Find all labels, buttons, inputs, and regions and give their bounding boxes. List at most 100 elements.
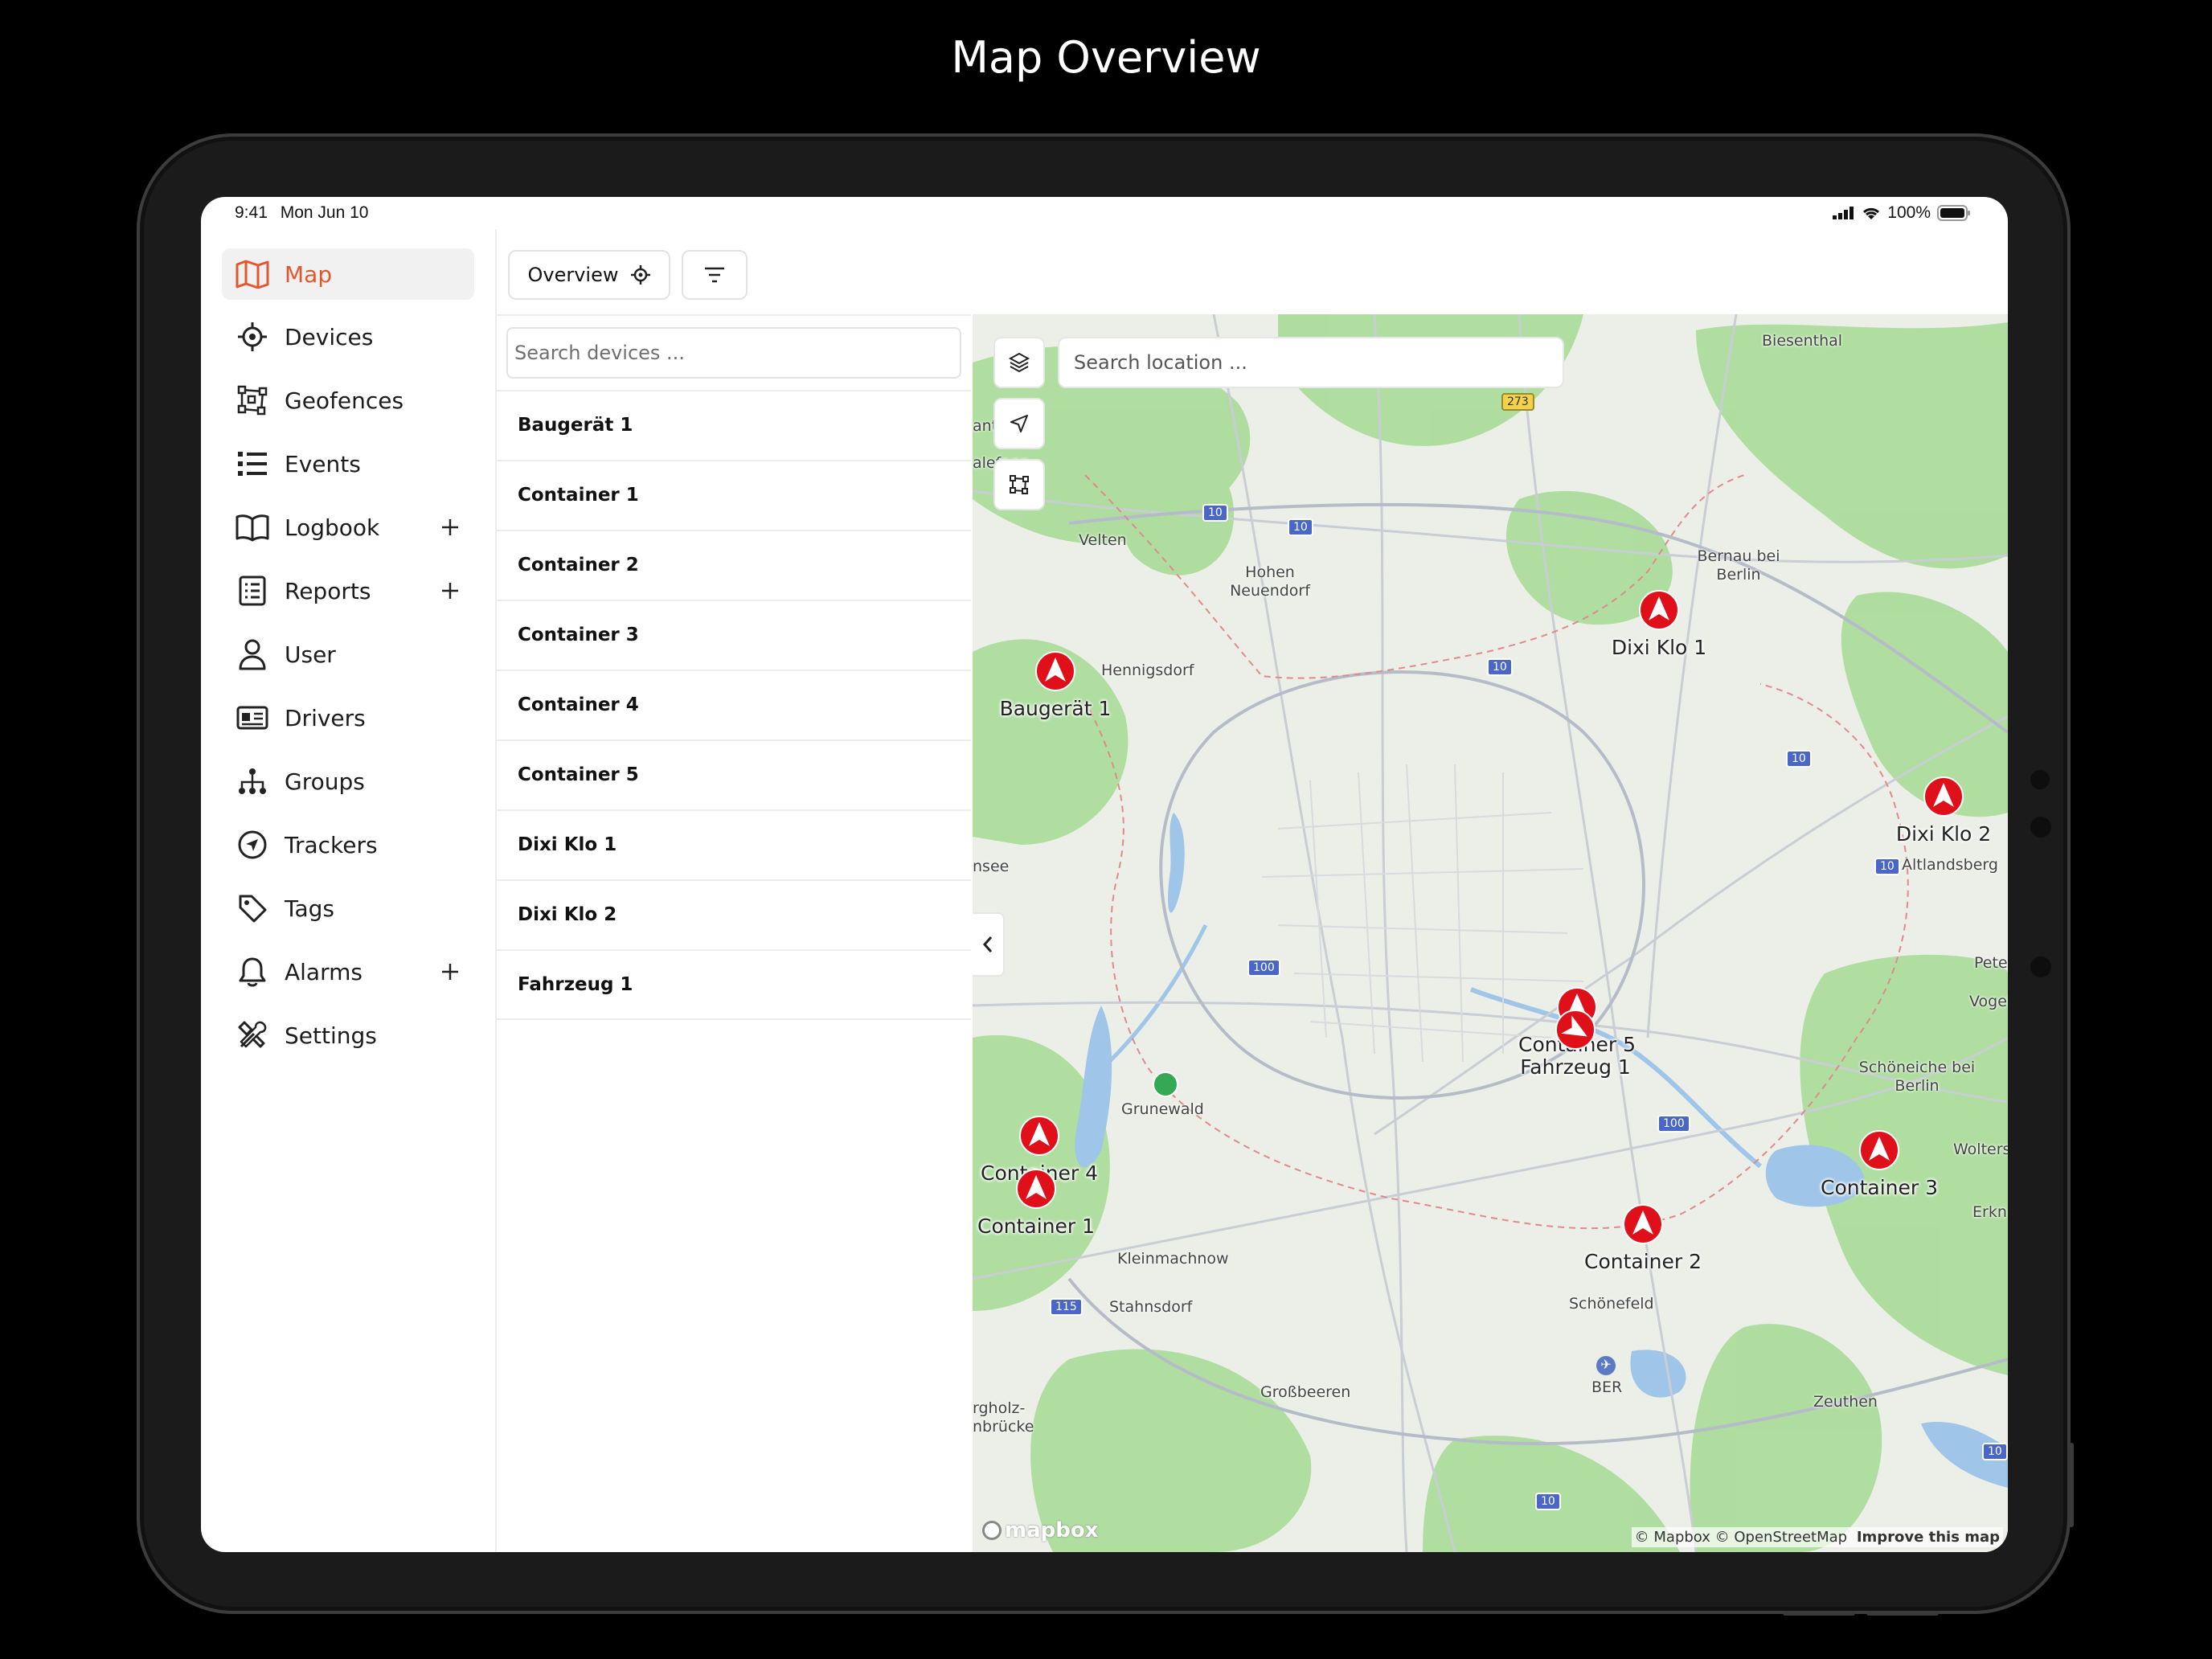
airport-icon: ✈ <box>1596 1356 1616 1375</box>
place-label: Kleinmachnow <box>1117 1250 1229 1268</box>
device-marker-icon[interactable] <box>1622 1203 1664 1245</box>
list-item[interactable]: Container 5 <box>497 739 971 809</box>
list-item[interactable]: Dixi Klo 1 <box>497 809 971 879</box>
road-shield: 10 <box>1982 1443 2008 1460</box>
sidebar-item-user[interactable]: User <box>222 629 474 680</box>
search-location-input[interactable] <box>1058 337 1564 388</box>
status-bar: 9:41 Mon Jun 10 100% <box>201 197 2008 229</box>
device-marker-icon[interactable] <box>1923 776 1964 817</box>
road-shield: 10 <box>1487 658 1513 676</box>
sidebar-item-trackers[interactable]: Trackers <box>222 819 474 870</box>
compass-icon <box>235 827 270 862</box>
mapbox-logo-icon <box>982 1521 1002 1540</box>
place-label: Großbeeren <box>1260 1383 1351 1401</box>
road-shield: 10 <box>1288 518 1313 536</box>
overview-button[interactable]: Overview <box>508 250 670 300</box>
marker-label: Container 3 <box>1820 1176 1939 1199</box>
sidebar-item-devices[interactable]: Devices <box>222 311 474 363</box>
mapbox-logo[interactable]: mapbox <box>982 1518 1099 1542</box>
list-item-label: Container 4 <box>518 694 639 715</box>
list-item[interactable]: Container 4 <box>497 670 971 739</box>
device-marker-icon[interactable] <box>1555 1009 1596 1051</box>
list-item[interactable]: Baugerät 1 <box>497 390 971 459</box>
list-item-label: Container 1 <box>518 485 639 506</box>
list-item[interactable]: Fahrzeug 1 <box>497 949 971 1020</box>
device-marker-icon[interactable] <box>1638 589 1680 631</box>
place-label: Bernau bei Berlin <box>1697 547 1780 584</box>
time-text: 9:41 <box>235 203 268 222</box>
device-marker-icon[interactable] <box>1015 1168 1057 1210</box>
app-screen: 9:41 Mon Jun 10 100% Map Devices Geofenc… <box>201 197 2008 1552</box>
sidebar-item-settings[interactable]: Settings <box>222 1010 474 1061</box>
sidebar-item-map[interactable]: Map <box>222 248 474 300</box>
layers-button[interactable] <box>993 337 1045 388</box>
top-button <box>1783 1611 1855 1616</box>
place-label: Zeuthen <box>1813 1393 1878 1411</box>
locate-icon <box>630 265 650 285</box>
place-label: Hennigsdorf <box>1101 662 1194 679</box>
map-view[interactable]: Biesenthal Velten Hohen Neuendorf Bernau… <box>973 314 2008 1552</box>
sidebar-item-tags[interactable]: Tags <box>222 883 474 934</box>
search-devices-input[interactable] <box>506 327 961 379</box>
device-marker-icon[interactable] <box>1858 1129 1900 1171</box>
marker-label: Baugerät 1 <box>999 697 1112 720</box>
sidebar-item-label: Groups <box>285 768 365 795</box>
marker-label: Container 1 <box>977 1215 1096 1238</box>
marker-label: Container 2 <box>1583 1250 1702 1273</box>
status-time: 9:41 Mon Jun 10 <box>235 203 368 223</box>
user-icon <box>235 637 270 672</box>
place-label: nsee <box>973 858 1010 875</box>
list-icon <box>235 446 270 481</box>
place-label: Biesenthal <box>1762 332 1843 350</box>
sidebar-item-events[interactable]: Events <box>222 438 474 490</box>
list-item[interactable]: Container 3 <box>497 600 971 669</box>
place-label: BER <box>1591 1378 1623 1396</box>
status-indicators: 100% <box>1833 203 1971 223</box>
road-shield: 10 <box>1202 504 1228 522</box>
bell-icon <box>235 954 270 989</box>
sidebar: Map Devices Geofences Events Logbook Rep… <box>201 229 497 1552</box>
sidebar-item-label: User <box>285 641 336 668</box>
sidebar-item-label: Events <box>285 450 361 477</box>
filter-button[interactable] <box>682 250 748 300</box>
marker-label: Dixi Klo 2 <box>1895 822 1992 846</box>
sidebar-item-alarms[interactable]: Alarms <box>222 946 474 997</box>
sidebar-item-geofences[interactable]: Geofences <box>222 375 474 426</box>
device-marker-icon[interactable] <box>1034 650 1076 692</box>
camera-dot <box>2030 817 2051 838</box>
id-card-icon <box>235 700 270 735</box>
device-list-panel: Baugerät 1 Container 1 Container 2 Conta… <box>497 314 971 1552</box>
report-icon <box>235 573 270 608</box>
list-item[interactable]: Container 2 <box>497 530 971 599</box>
list-item[interactable]: Container 1 <box>497 460 971 529</box>
sidebar-item-reports[interactable]: Reports <box>222 565 474 616</box>
road-shield: 10 <box>1874 858 1900 875</box>
attribution-text[interactable]: © Mapbox © OpenStreetMap <box>1635 1529 1847 1546</box>
date-text: Mon Jun 10 <box>280 203 369 222</box>
expand-plus-icon[interactable] <box>434 575 466 607</box>
sidebar-item-logbook[interactable]: Logbook <box>222 502 474 553</box>
expand-plus-icon[interactable] <box>434 956 466 988</box>
geofence-draw-button[interactable] <box>993 459 1045 510</box>
sidebar-item-groups[interactable]: Groups <box>222 756 474 807</box>
park-icon <box>1153 1071 1178 1097</box>
sidebar-item-drivers[interactable]: Drivers <box>222 692 474 743</box>
device-marker-icon[interactable] <box>1018 1115 1060 1157</box>
improve-map-link[interactable]: Improve this map <box>1857 1529 2000 1546</box>
expand-plus-icon[interactable] <box>434 511 466 543</box>
list-item-label: Container 2 <box>518 555 639 576</box>
place-label: Vogel <box>1969 993 2008 1010</box>
road-shield: 10 <box>1535 1493 1561 1510</box>
target-icon <box>235 319 270 354</box>
geofence-icon <box>1010 475 1029 494</box>
sidebar-item-label: Map <box>285 260 333 288</box>
hierarchy-icon <box>235 764 270 799</box>
tools-icon <box>235 1018 270 1053</box>
book-icon <box>235 510 270 545</box>
navigate-button[interactable] <box>993 398 1045 449</box>
collapse-panel-button[interactable] <box>973 912 1005 977</box>
place-label: Stahnsdorf <box>1109 1298 1193 1316</box>
place-label: Peter <box>1974 954 2008 972</box>
mapbox-logo-text: mapbox <box>1005 1518 1099 1542</box>
list-item[interactable]: Dixi Klo 2 <box>497 879 971 948</box>
